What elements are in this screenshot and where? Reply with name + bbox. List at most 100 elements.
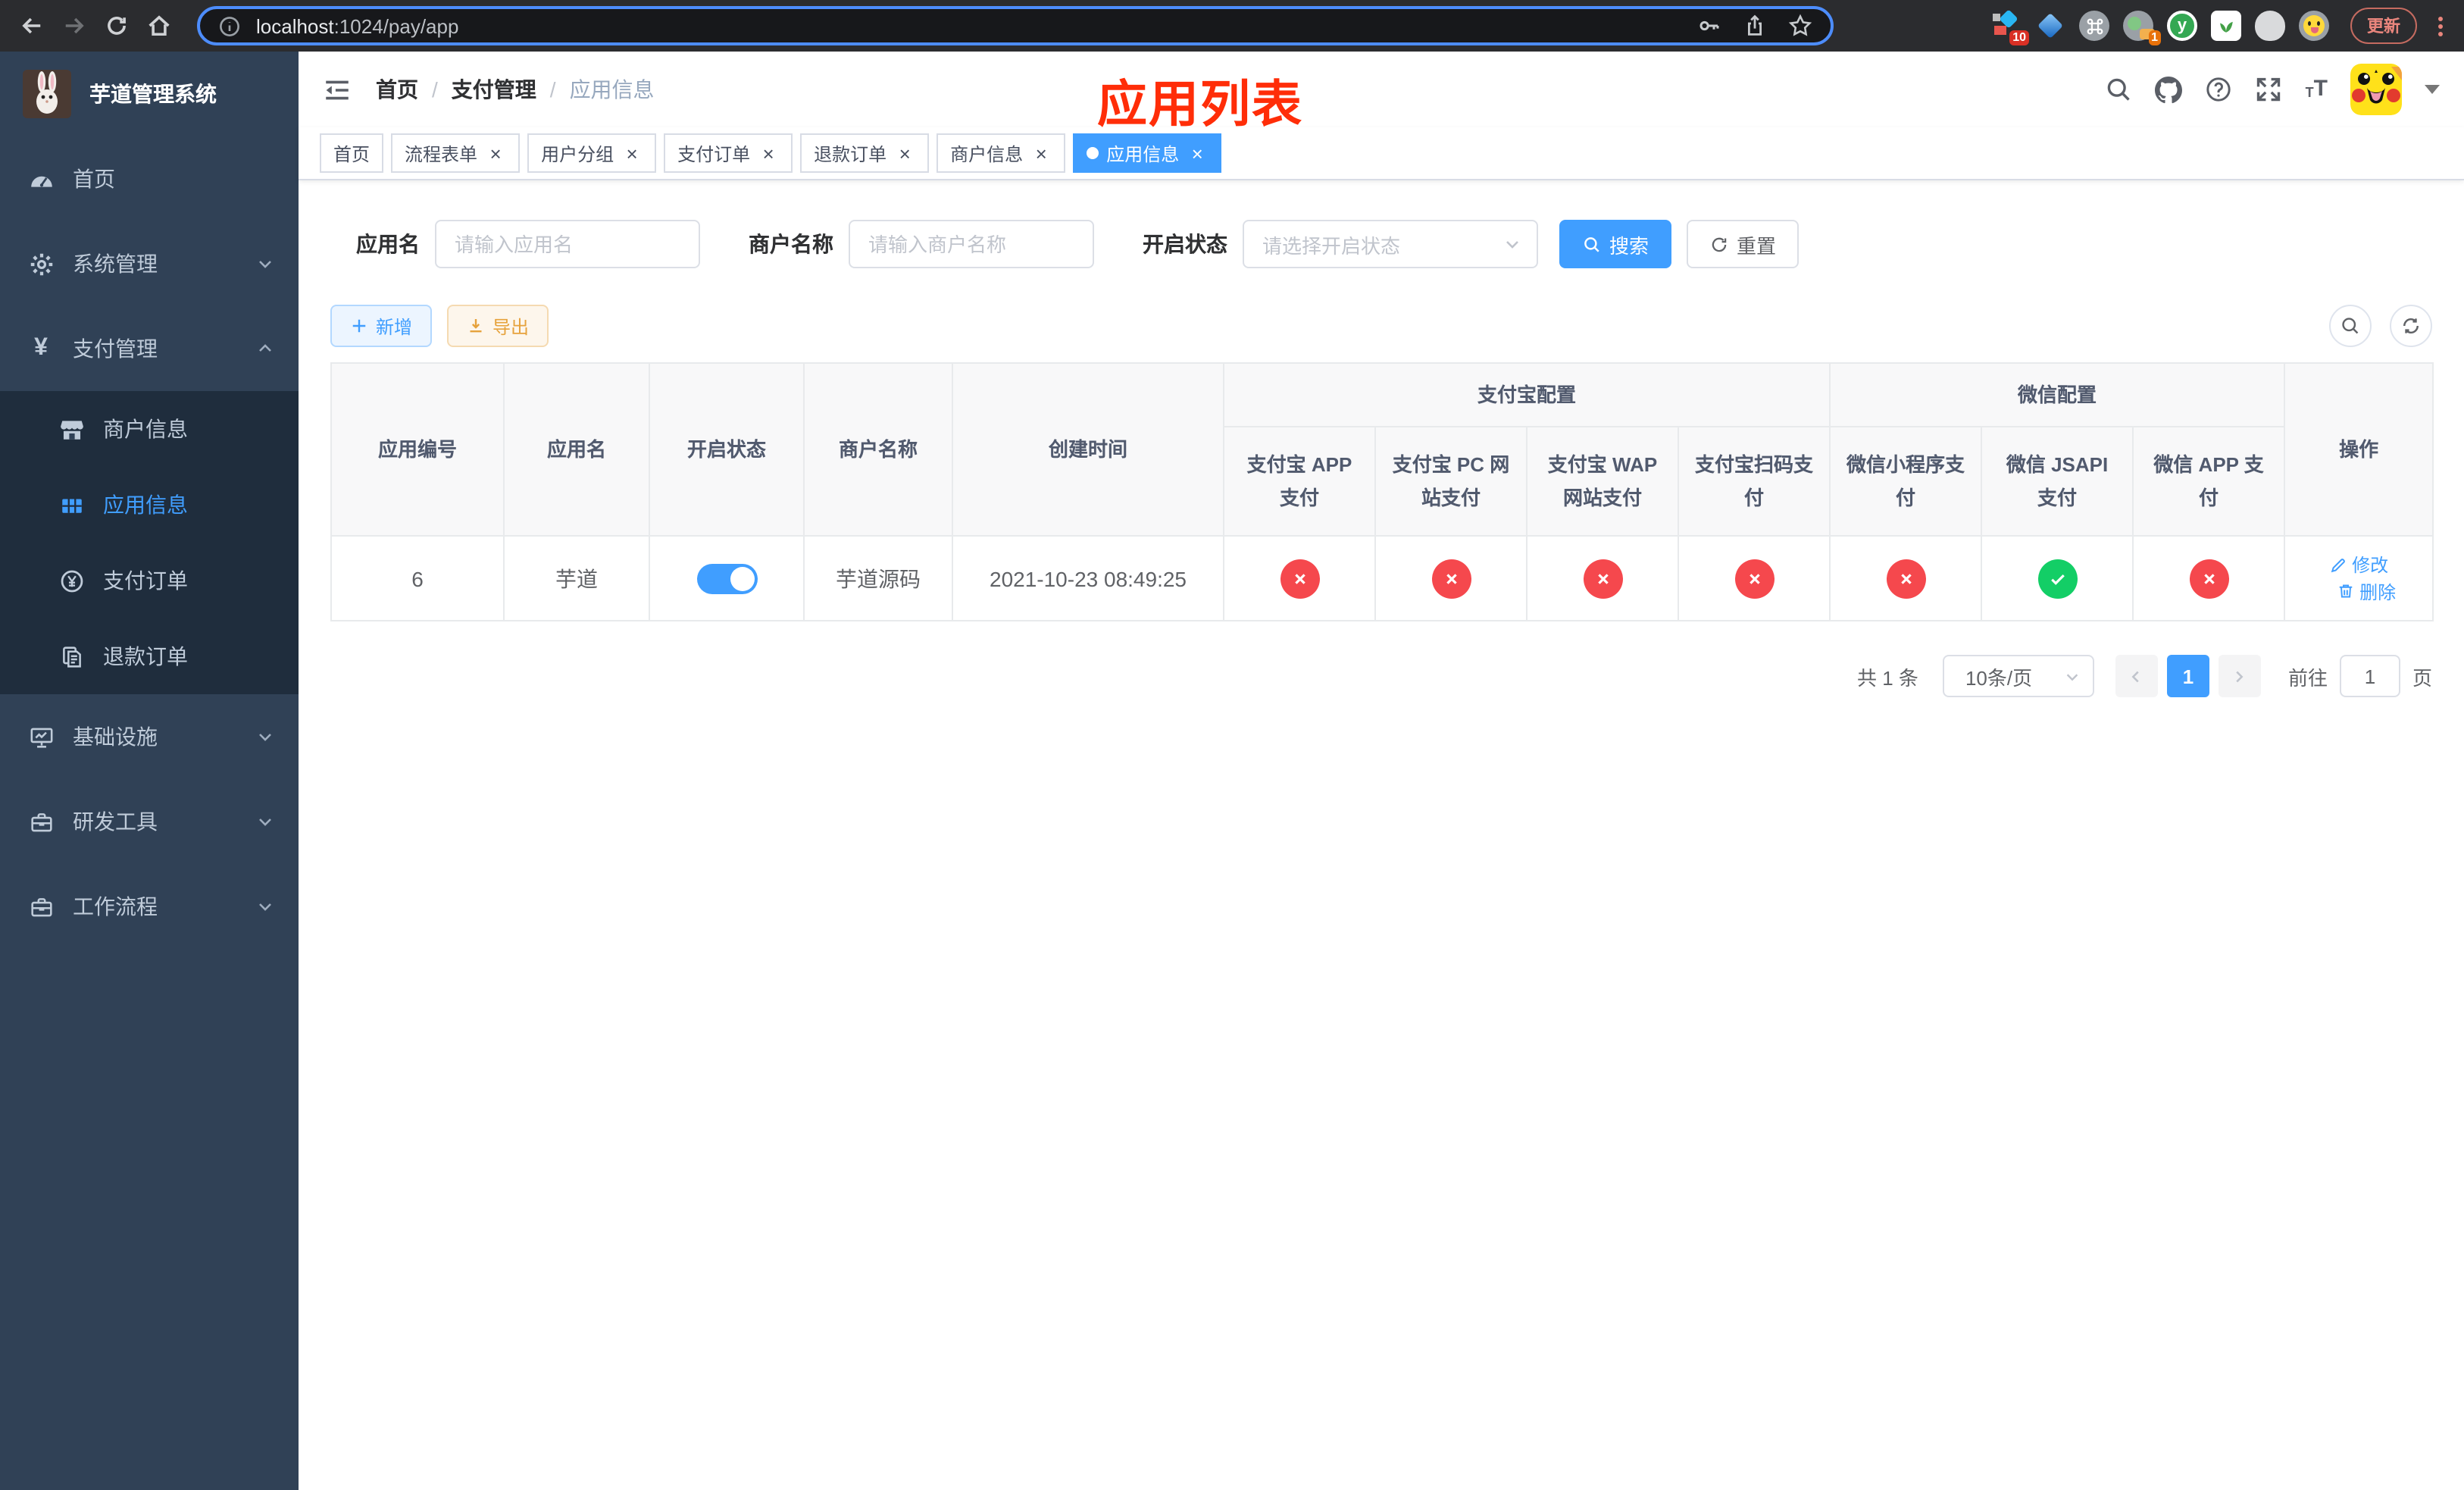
table-row: 6 芋道 芋道源码 2021-10-23 08:49:25 修改 删除 <box>330 535 2434 621</box>
app-title: 芋道管理系统 <box>89 82 217 106</box>
close-icon[interactable]: × <box>894 143 915 163</box>
extension-icon-silhouette[interactable] <box>2255 11 2285 41</box>
caret-down-icon[interactable] <box>2425 85 2440 94</box>
close-icon[interactable]: × <box>758 143 779 163</box>
font-size-icon[interactable]: TT <box>2306 77 2328 100</box>
next-page-button[interactable] <box>2218 655 2261 697</box>
avatar[interactable] <box>2350 64 2402 115</box>
page-1-button[interactable]: 1 <box>2166 655 2209 697</box>
cell-operations: 修改 删除 <box>2284 535 2434 621</box>
close-icon[interactable]: × <box>485 143 506 163</box>
col-header-wechat-app: 微信 APP 支付 <box>2132 426 2286 537</box>
sidebar-item-label: 首页 <box>73 167 115 191</box>
browser-toolbar: localhost:1024/pay/app 10 1 y 更新 <box>0 0 2464 52</box>
trash-icon <box>2339 584 2353 598</box>
close-icon[interactable]: × <box>1187 143 1208 163</box>
search-icon <box>2342 318 2359 334</box>
sidebar-item-label: 退款订单 <box>103 644 188 668</box>
breadcrumb: 首页 / 支付管理 / 应用信息 <box>376 74 655 105</box>
github-icon[interactable] <box>2155 76 2183 103</box>
extension-icon-session[interactable]: 1 <box>2123 11 2161 45</box>
plus-icon <box>352 319 366 333</box>
page-size-select[interactable]: 10条/页 <box>1942 655 2094 697</box>
close-icon[interactable]: × <box>621 143 643 163</box>
prev-page-button[interactable] <box>2115 655 2158 697</box>
extension-icon-blocks[interactable]: 10 <box>1991 9 2029 45</box>
page-size-value: 10条/页 <box>1965 666 2033 689</box>
extension-icon-command[interactable] <box>2079 11 2109 41</box>
extension-icon-y[interactable]: y <box>2167 11 2197 41</box>
sidebar-item-app-info[interactable]: 应用信息 <box>0 467 299 543</box>
refresh-icon <box>1712 236 1727 252</box>
share-icon[interactable] <box>1743 14 1767 38</box>
breadcrumb-separator: / <box>432 77 438 102</box>
forward-icon[interactable] <box>61 12 88 39</box>
add-button[interactable]: 新增 <box>330 305 433 347</box>
delete-button[interactable]: 删除 <box>2337 578 2396 604</box>
yen-icon: ¥ <box>34 335 48 361</box>
search-icon[interactable] <box>2106 76 2133 103</box>
extension-icon-gem[interactable] <box>2035 11 2065 41</box>
key-icon[interactable] <box>1697 14 1721 38</box>
status-icon <box>1886 559 1926 598</box>
sidebar-item-workflow[interactable]: 工作流程 <box>0 864 299 949</box>
export-button[interactable]: 导出 <box>447 305 549 347</box>
back-icon[interactable] <box>18 12 45 39</box>
reset-button[interactable]: 重置 <box>1687 220 1800 268</box>
cell-wechat-mini <box>1829 535 1983 621</box>
tab-process-form[interactable]: 流程表单 × <box>391 133 521 173</box>
sidebar-item-merchant-info[interactable]: 商户信息 <box>0 391 299 467</box>
help-icon[interactable] <box>2206 76 2233 103</box>
sidebar-item-system[interactable]: 系统管理 <box>0 221 299 306</box>
tab-home[interactable]: 首页 <box>320 133 384 173</box>
col-header-wechat-mini: 微信小程序支付 <box>1829 426 1983 537</box>
site-info-icon[interactable] <box>218 14 241 37</box>
sidebar-item-home[interactable]: 首页 <box>0 136 299 221</box>
tab-app-info[interactable]: 应用信息 × <box>1073 133 1222 173</box>
sidebar-item-pay-orders[interactable]: 支付订单 <box>0 543 299 618</box>
tab-refund-orders[interactable]: 退款订单 × <box>800 133 930 173</box>
merchant-name-input[interactable] <box>849 220 1094 268</box>
breadcrumb-payment[interactable]: 支付管理 <box>452 74 536 105</box>
col-header-alipay-pc: 支付宝 PC 网站支付 <box>1374 426 1527 537</box>
app-logo-row[interactable]: 芋道管理系统 <box>0 52 299 136</box>
tab-label: 退款订单 <box>814 143 887 164</box>
chevron-up-icon <box>256 340 274 358</box>
sidebar-item-dev-tools[interactable]: 研发工具 <box>0 779 299 864</box>
extension-icon-emoji[interactable] <box>2299 11 2329 41</box>
sidebar-item-refund-orders[interactable]: 退款订单 <box>0 618 299 694</box>
reload-icon[interactable] <box>103 12 130 39</box>
chevron-down-icon <box>256 812 274 831</box>
enabled-toggle[interactable] <box>696 563 757 593</box>
col-header-wechat-jsapi: 微信 JSAPI 支付 <box>1981 426 2134 537</box>
close-icon[interactable]: × <box>1030 143 1052 163</box>
sidebar-item-infrastructure[interactable]: 基础设施 <box>0 694 299 779</box>
sidebar-item-payment[interactable]: ¥ 支付管理 <box>0 306 299 391</box>
sidebar-item-label: 支付订单 <box>103 568 188 593</box>
tab-pay-orders[interactable]: 支付订单 × <box>664 133 793 173</box>
extension-icon-leaf[interactable] <box>2211 11 2241 41</box>
browser-menu-icon[interactable] <box>2435 13 2446 39</box>
sidebar-item-label: 工作流程 <box>73 894 158 919</box>
breadcrumb-home[interactable]: 首页 <box>376 74 418 105</box>
cell-wechat-app <box>2132 535 2286 621</box>
chevron-right-icon <box>2237 670 2244 682</box>
status-select[interactable]: 请选择开启状态 <box>1243 220 1538 268</box>
page-unit: 页 <box>2412 666 2432 689</box>
bookmark-star-icon[interactable] <box>1788 14 1812 38</box>
show-search-button[interactable] <box>2329 305 2372 347</box>
fullscreen-icon[interactable] <box>2256 76 2283 103</box>
tab-merchant-info[interactable]: 商户信息 × <box>937 133 1066 173</box>
group-header-alipay: 支付宝配置 <box>1222 362 1831 427</box>
goto-page-input[interactable] <box>2339 655 2400 697</box>
sidebar-fold-icon[interactable] <box>323 75 352 104</box>
refresh-table-button[interactable] <box>2390 305 2432 347</box>
tab-user-group[interactable]: 用户分组 × <box>527 133 657 173</box>
browser-update-button[interactable]: 更新 <box>2350 8 2417 44</box>
home-icon[interactable] <box>145 12 173 39</box>
address-bar[interactable]: localhost:1024/pay/app <box>197 6 1834 45</box>
cell-alipay-wap <box>1526 535 1679 621</box>
edit-button[interactable]: 修改 <box>2329 552 2388 578</box>
app-name-input[interactable] <box>435 220 700 268</box>
search-button[interactable]: 搜索 <box>1559 220 1672 268</box>
